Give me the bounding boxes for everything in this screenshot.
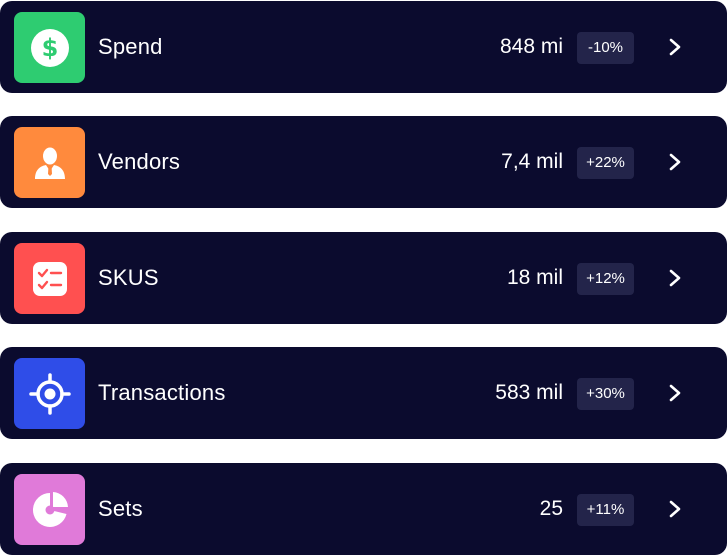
checklist-icon [28, 257, 72, 301]
list-item-value: 25 [539, 497, 563, 520]
dollar-icon: $ [28, 26, 72, 70]
list-item-spend[interactable]: $ Spend 848 mi -10% [0, 1, 727, 93]
metrics-list: $ Spend 848 mi -10% Vendors 7,4 mil +22% [0, 0, 727, 555]
chevron-right-icon[interactable] [664, 33, 686, 61]
transactions-icon-tile [14, 358, 85, 429]
list-item-sets[interactable]: Sets 25 +11% [0, 463, 727, 555]
chevron-right-icon[interactable] [664, 379, 686, 407]
list-item-value: 7,4 mil [501, 150, 563, 173]
list-item-value: 18 mil [506, 266, 563, 289]
change-badge: +30% [577, 378, 634, 410]
list-item-label: Spend [98, 34, 163, 59]
sets-icon-tile [14, 474, 85, 545]
svg-text:$: $ [41, 34, 58, 62]
change-badge: +22% [577, 147, 634, 179]
pie-chart-icon [28, 488, 72, 532]
list-item-label: Vendors [98, 149, 181, 174]
change-badge: +12% [577, 263, 634, 295]
list-item-value: 848 mi [499, 35, 563, 58]
list-item-label: Sets [98, 496, 143, 521]
list-item-transactions[interactable]: Transactions 583 mil +30% [0, 347, 727, 439]
target-icon [28, 372, 72, 416]
list-item-value: 583 mil [495, 381, 563, 404]
list-item-vendors[interactable]: Vendors 7,4 mil +22% [0, 116, 727, 208]
chevron-right-icon[interactable] [664, 264, 686, 292]
list-item-label: SKUS [98, 265, 159, 290]
chevron-right-icon[interactable] [664, 495, 686, 523]
chevron-right-icon[interactable] [664, 148, 686, 176]
list-item-skus[interactable]: SKUS 18 mil +12% [0, 232, 727, 324]
list-item-label: Transactions [98, 380, 226, 405]
spend-icon-tile: $ [14, 12, 85, 83]
user-icon [28, 141, 72, 185]
skus-icon-tile [14, 243, 85, 314]
vendors-icon-tile [14, 127, 85, 198]
change-badge: +11% [577, 494, 634, 526]
change-badge: -10% [577, 32, 634, 64]
